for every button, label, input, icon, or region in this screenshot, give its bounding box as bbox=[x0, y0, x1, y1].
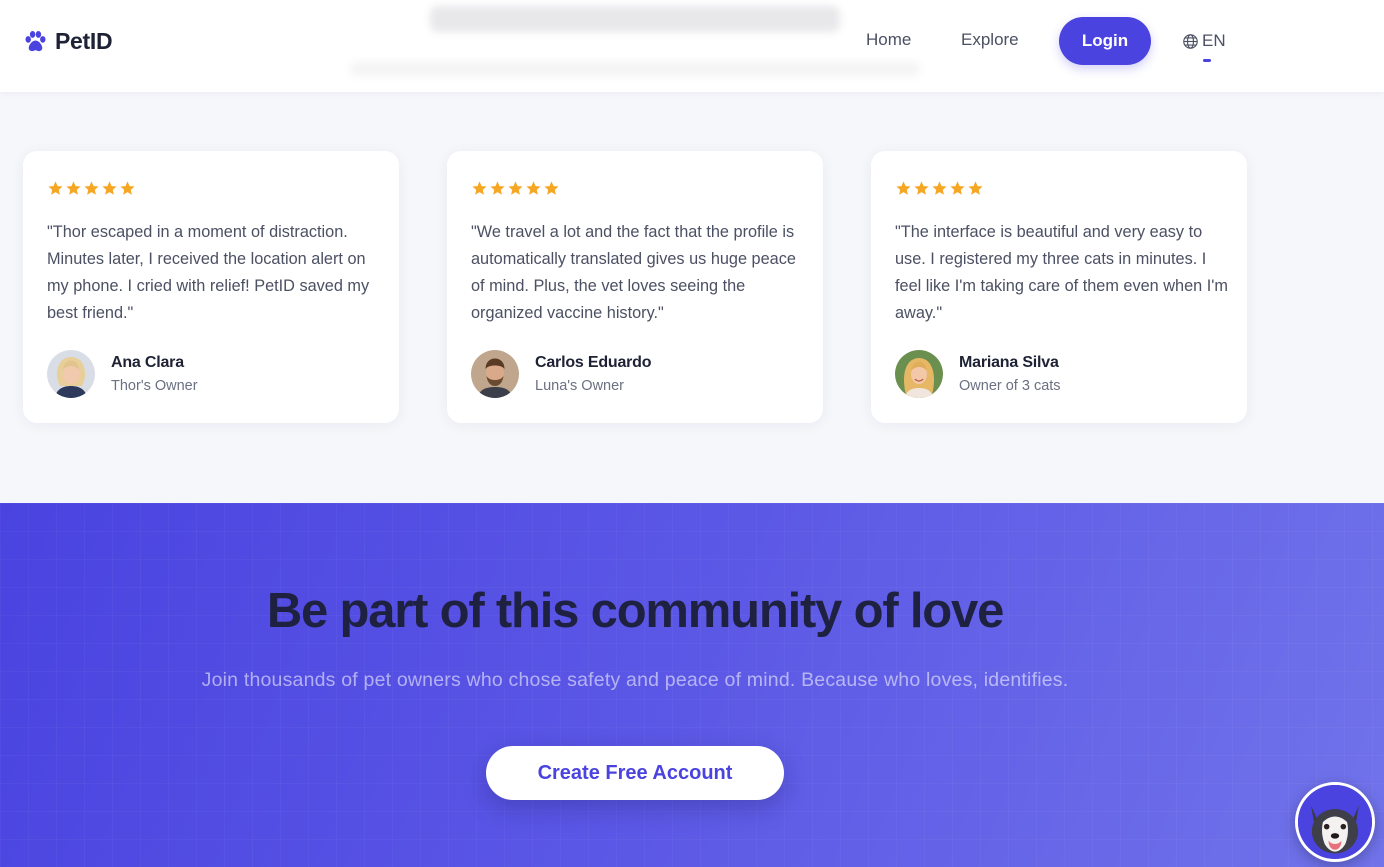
star-icon bbox=[896, 181, 911, 195]
star-icon bbox=[472, 181, 487, 195]
star-icon bbox=[508, 181, 523, 195]
star-icon bbox=[932, 181, 947, 195]
cta-title: Be part of this community of love bbox=[266, 584, 1005, 638]
testimonial-card: "We travel a lot and the fact that the p… bbox=[447, 151, 823, 423]
author-name: Mariana Silva bbox=[959, 354, 1059, 371]
star-icon bbox=[102, 181, 117, 195]
avatar-ana-clara-image bbox=[47, 350, 95, 398]
create-free-account-button[interactable]: Create Free Account bbox=[486, 746, 784, 800]
testimonial-author: Ana Clara Thor's Owner bbox=[47, 350, 198, 398]
author-role: Owner of 3 cats bbox=[959, 378, 1061, 394]
testimonial-author: Mariana Silva Owner of 3 cats bbox=[895, 350, 1061, 398]
language-label: EN bbox=[1202, 31, 1226, 50]
logo-link[interactable]: PetID bbox=[23, 28, 113, 55]
author-name: Carlos Eduardo bbox=[535, 354, 652, 371]
avatar bbox=[895, 350, 943, 398]
author-role: Thor's Owner bbox=[111, 378, 198, 394]
scrolled-section-subtitle-blur bbox=[350, 62, 920, 76]
star-rating bbox=[471, 180, 560, 197]
paw-icon bbox=[25, 30, 46, 52]
nav-home-link[interactable]: Home bbox=[866, 30, 911, 50]
avatar bbox=[47, 350, 95, 398]
login-button[interactable]: Login bbox=[1059, 17, 1151, 65]
author-role: Luna's Owner bbox=[535, 378, 625, 394]
globe-icon bbox=[1183, 33, 1198, 49]
site-header: PetID Home Explore Login EN bbox=[0, 0, 1384, 92]
star-icon bbox=[914, 181, 929, 195]
star-icon bbox=[84, 181, 99, 195]
logo-text: PetID bbox=[55, 28, 113, 54]
language-underline bbox=[1203, 59, 1211, 62]
testimonial-card: "Thor escaped in a moment of distraction… bbox=[23, 151, 399, 423]
star-icon bbox=[66, 181, 81, 195]
cta-subtitle: Join thousands of pet owners who chose s… bbox=[201, 669, 1069, 691]
star-icon bbox=[544, 181, 559, 195]
avatar-carlos-eduardo-image bbox=[471, 350, 519, 398]
star-icon bbox=[48, 181, 63, 195]
author-name: Ana Clara bbox=[111, 354, 184, 371]
star-icon bbox=[490, 181, 505, 195]
star-icon bbox=[526, 181, 541, 195]
testimonial-quote: "We travel a lot and the fact that the p… bbox=[471, 223, 796, 322]
nav-explore-link[interactable]: Explore bbox=[961, 30, 1019, 50]
testimonial-card: "The interface is beautiful and very eas… bbox=[871, 151, 1247, 423]
star-icon bbox=[120, 181, 135, 195]
star-icon bbox=[950, 181, 965, 195]
scrolled-section-title-blur bbox=[430, 6, 840, 32]
star-rating bbox=[47, 180, 136, 197]
star-rating bbox=[895, 180, 984, 197]
pet-assistant-button[interactable] bbox=[1295, 782, 1375, 862]
testimonial-quote: "The interface is beautiful and very eas… bbox=[895, 223, 1228, 322]
testimonial-author: Carlos Eduardo Luna's Owner bbox=[471, 350, 652, 398]
cta-section: Be part of this community of love Join t… bbox=[0, 503, 1384, 867]
avatar-mariana-silva-image bbox=[895, 350, 943, 398]
language-selector[interactable]: EN bbox=[1182, 31, 1226, 51]
star-icon bbox=[968, 181, 983, 195]
avatar bbox=[471, 350, 519, 398]
husky-avatar-icon bbox=[1298, 785, 1372, 859]
testimonial-quote: "Thor escaped in a moment of distraction… bbox=[47, 223, 370, 322]
